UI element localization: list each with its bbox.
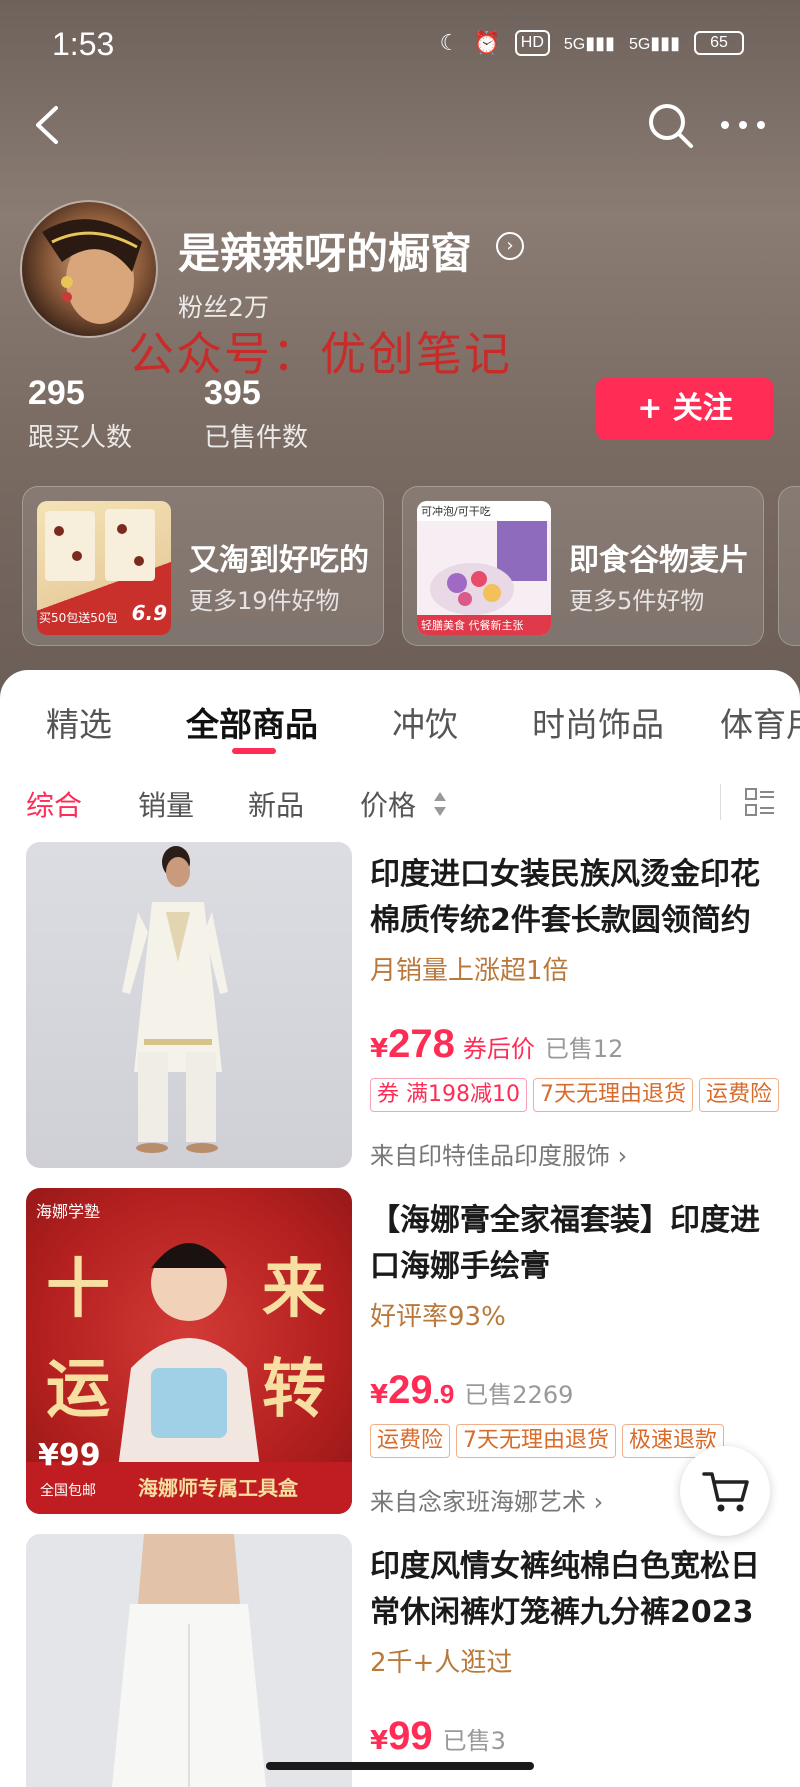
tab-drinks[interactable]: 冲饮: [392, 698, 458, 746]
product-note: 月销量上涨超1倍: [370, 956, 569, 986]
list-layout-icon[interactable]: [744, 786, 776, 818]
sold-count: 已售2269: [464, 1381, 574, 1409]
tab-featured[interactable]: 精选: [46, 698, 112, 746]
sort-filters: 综合 销量 新品 价格: [0, 784, 800, 828]
shop-name: 是辣辣呀的橱窗: [178, 229, 473, 278]
stat-label: 已售件数: [204, 423, 309, 453]
price-line: ¥29.9 已售2269: [370, 1368, 573, 1413]
price-integer: 99: [388, 1714, 433, 1758]
price-line: ¥278 券后价 已售12: [370, 1022, 623, 1067]
hd-icon: HD: [514, 30, 550, 56]
tab-all-products[interactable]: 全部商品: [186, 698, 318, 746]
collection-card-partial[interactable]: [778, 486, 800, 646]
price-integer: 278: [388, 1022, 455, 1066]
price-symbol: ¥: [370, 1380, 389, 1410]
store-link[interactable]: 来自印特佳品印度服饰 ›: [370, 1136, 627, 1171]
stat-sold: 395 已售件数: [204, 374, 308, 454]
tag: 7天无理由退货: [456, 1424, 617, 1458]
collection-card-snacks[interactable]: 买50包送50包 6.9 又淘到好吃的 更多19件好物: [22, 486, 384, 646]
thumb-price: 6.9: [131, 601, 167, 625]
price-symbol: ¥: [370, 1726, 389, 1756]
collection-title: 即食谷物麦片: [569, 543, 749, 578]
product-tags: 券 满198减10 7天无理由退货 运费险: [370, 1078, 785, 1112]
price-line: ¥99 已售3: [370, 1714, 506, 1759]
filter-sales[interactable]: 销量: [138, 784, 194, 824]
status-time: 1:53: [52, 26, 115, 62]
active-tab-indicator: [232, 748, 276, 754]
collection-subtitle: 更多5件好物: [569, 587, 705, 615]
tab-sports[interactable]: 体育用品: [720, 698, 800, 746]
stat-followers: 295 跟买人数: [28, 374, 132, 454]
home-indicator[interactable]: [266, 1762, 534, 1770]
signal-icon: 5G▮▮▮: [563, 32, 615, 53]
tag: 运费险: [370, 1424, 451, 1458]
thumb-promo-text: 轻膳美食 代餐新主张: [421, 619, 524, 632]
signal-icon-2: 5G▮▮▮: [628, 32, 680, 53]
product-tags: 运费险 7天无理由退货 极速退款: [370, 1424, 730, 1458]
product-image[interactable]: [26, 842, 352, 1168]
sort-arrows-icon[interactable]: [432, 790, 448, 818]
banner-box-label: 海娜师专属工具盒: [138, 1476, 298, 1500]
price-symbol: ¥: [370, 1034, 389, 1064]
status-icons: ☾ ⏰ HD 5G▮▮▮ 5G▮▮▮ 65: [440, 30, 744, 56]
price-integer: 29: [388, 1368, 433, 1412]
thumb-promo-text: 买50包送50包: [39, 611, 118, 625]
follow-button[interactable]: + 关注: [596, 378, 774, 440]
moon-icon: ☾: [439, 30, 460, 56]
cart-icon: [702, 1472, 749, 1512]
banner-price-note: 全国包邮: [40, 1483, 96, 1499]
watermark-text: 公众号：优创笔记: [128, 327, 512, 381]
collection-title: 又淘到好吃的: [189, 543, 369, 578]
stat-label: 跟买人数: [28, 423, 133, 453]
collection-subtitle: 更多19件好物: [189, 587, 340, 615]
sold-count: 已售3: [442, 1727, 506, 1755]
price-decimal: .9: [432, 1379, 455, 1409]
battery-icon: 65: [694, 31, 744, 55]
sold-count: 已售12: [544, 1035, 624, 1063]
back-icon[interactable]: [24, 100, 74, 150]
price-after-coupon: 券后价: [462, 1035, 535, 1063]
search-icon[interactable]: [645, 100, 697, 152]
product-image[interactable]: [26, 1534, 352, 1787]
collection-thumbnail: 买50包送50包 6.9: [37, 501, 171, 635]
filter-overall[interactable]: 综合: [26, 784, 82, 824]
product-title[interactable]: 【海娜膏全家福套装】印度进口海娜手绘膏: [370, 1198, 780, 1290]
store-link[interactable]: 来自念家班海娜艺术 ›: [370, 1482, 603, 1517]
tag: 7天无理由退货: [532, 1078, 693, 1112]
filter-divider: [720, 784, 721, 820]
banner-price: ¥99: [38, 1438, 101, 1473]
shop-info-arrow-icon[interactable]: ›: [496, 232, 524, 260]
more-icon[interactable]: [718, 110, 768, 140]
product-title[interactable]: 印度进口女装民族风烫金印花棉质传统2件套长款圆领简约: [370, 852, 780, 944]
thumb-top-text: 可冲泡/可干吃: [421, 505, 491, 518]
collection-thumbnail: 可冲泡/可干吃 轻膳美食 代餐新主张: [417, 501, 551, 635]
cart-button[interactable]: [680, 1446, 770, 1536]
filter-price[interactable]: 价格: [360, 784, 416, 824]
tab-fashion-accessories[interactable]: 时尚饰品: [532, 698, 664, 746]
stat-value: 295: [28, 374, 85, 412]
stat-value: 395: [204, 374, 261, 412]
banner-char: 来: [262, 1253, 326, 1327]
tag: 运费险: [698, 1078, 779, 1112]
filter-new[interactable]: 新品: [248, 784, 304, 824]
alarm-icon: ⏰: [473, 30, 501, 56]
product-title[interactable]: 印度风情女裤纯棉白色宽松日常休闲裤灯笼裤九分裤2023: [370, 1544, 780, 1636]
product-note: 好评率93%: [370, 1302, 506, 1332]
collection-card-cereal[interactable]: 可冲泡/可干吃 轻膳美食 代餐新主张 即食谷物麦片 更多5件好物: [402, 486, 764, 646]
category-tabs: 精选 全部商品 冲饮 时尚饰品 体育用品: [0, 698, 800, 758]
banner-char: 转: [262, 1353, 326, 1427]
tag: 券 满198减10: [370, 1078, 527, 1112]
product-note: 2千+人逛过: [370, 1648, 513, 1678]
banner-char: 运: [46, 1353, 110, 1427]
banner-char: 十: [46, 1253, 110, 1327]
product-image[interactable]: 海娜学塾 十 来 运 转 ¥99 全国包邮 海娜师专属工具盒: [26, 1188, 352, 1514]
status-bar: 1:53 ☾ ⏰ HD 5G▮▮▮ 5G▮▮▮ 65: [0, 20, 800, 70]
brand-text: 海娜学塾: [36, 1202, 101, 1221]
